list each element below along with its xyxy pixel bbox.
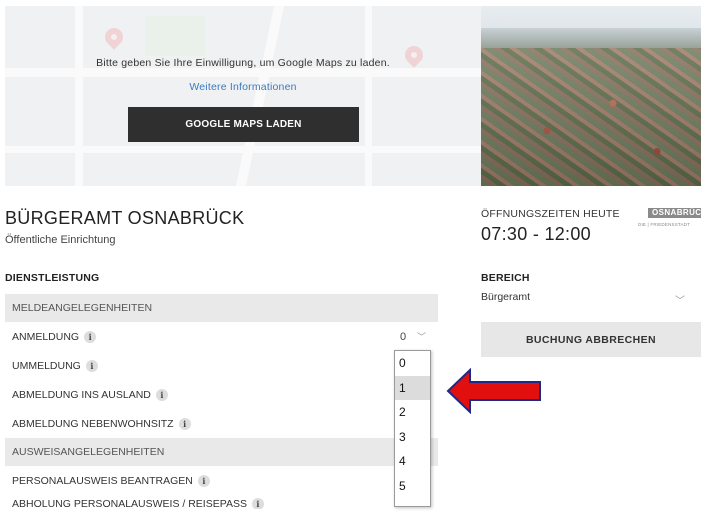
- quantity-option[interactable]: 2: [395, 400, 430, 425]
- map-consent-message: Bitte geben Sie Ihre Einwilligung, um Go…: [96, 57, 390, 69]
- service-label: PERSONALAUSWEIS BEANTRAGEN: [12, 474, 193, 487]
- quantity-option-highlighted[interactable]: 1: [395, 375, 430, 401]
- photo-shade: [481, 48, 701, 186]
- info-icon[interactable]: i: [84, 330, 97, 343]
- service-row-anmeldung: ANMELDUNG i 0 ﹀: [5, 322, 438, 351]
- quantity-option[interactable]: 5: [395, 474, 430, 499]
- service-row-abholung: ABHOLUNG PERSONALAUSWEIS / REISEPASS i 0…: [5, 495, 438, 509]
- load-google-maps-button[interactable]: GOOGLE MAPS LADEN: [128, 107, 359, 142]
- service-label: ABMELDUNG INS AUSLAND: [12, 388, 151, 401]
- opening-hours-label: ÖFFNUNGSZEITEN HEUTE: [481, 208, 620, 220]
- bereich-heading: BEREICH: [481, 272, 530, 284]
- more-info-link[interactable]: Weitere Informationen: [5, 81, 481, 93]
- opening-hours-value: 07:30 - 12:00: [481, 224, 591, 244]
- page-title: BÜRGERAMT OSNABRÜCK: [5, 208, 245, 228]
- service-row-abmeldung-ausland: ABMELDUNG INS AUSLAND i: [5, 380, 438, 409]
- info-icon[interactable]: i: [251, 498, 264, 509]
- chevron-down-icon[interactable]: ﹀: [675, 292, 685, 307]
- cancel-booking-button[interactable]: BUCHUNG ABBRECHEN: [481, 322, 701, 357]
- quantity-option[interactable]: 3: [395, 425, 430, 450]
- quantity-dropdown-list: 0 1 2 3 4 5: [394, 350, 431, 507]
- quantity-option[interactable]: 4: [395, 449, 430, 474]
- info-icon[interactable]: i: [155, 388, 168, 401]
- bereich-selected-value: Bürgeramt: [481, 291, 531, 303]
- quantity-option[interactable]: 0: [395, 351, 430, 376]
- group-header: AUSWEISANGELEGENHEITEN: [5, 438, 438, 466]
- info-icon[interactable]: i: [85, 359, 98, 372]
- service-label: ABMELDUNG NEBENWOHNSITZ: [12, 417, 174, 430]
- logo-tagline: DIE | FRIEDENSSTADT: [638, 222, 691, 227]
- city-photo: [481, 6, 701, 186]
- osnabrueck-logo: OSNABRÜCK: [648, 208, 701, 218]
- dienstleistung-heading: DIENSTLEISTUNG: [5, 272, 100, 284]
- info-icon[interactable]: i: [178, 417, 191, 430]
- quantity-select[interactable]: 0: [400, 331, 406, 343]
- chevron-down-icon[interactable]: ﹀: [417, 330, 426, 343]
- map-consent-panel: Bitte geben Sie Ihre Einwilligung, um Go…: [5, 6, 481, 186]
- page-subtitle: Öffentliche Einrichtung: [5, 234, 116, 246]
- map-overlay: [5, 6, 481, 186]
- bereich-select[interactable]: Bürgeramt ﹀: [481, 291, 701, 313]
- service-row-ummeldung: UMMELDUNG i: [5, 351, 438, 380]
- service-label: ANMELDUNG: [12, 330, 80, 343]
- red-arrow-annotation: [446, 368, 541, 414]
- info-icon[interactable]: i: [197, 474, 210, 487]
- service-row-abmeldung-nebenwohnsitz: ABMELDUNG NEBENWOHNSITZ i: [5, 409, 438, 438]
- group-header: MELDEANGELEGENHEITEN: [5, 294, 438, 322]
- service-row-personalausweis: PERSONALAUSWEIS BEANTRAGEN i: [5, 466, 438, 495]
- service-label: ABHOLUNG PERSONALAUSWEIS / REISEPASS: [12, 498, 247, 509]
- service-list: MELDEANGELEGENHEITEN ANMELDUNG i 0 ﹀ UMM…: [5, 294, 438, 509]
- service-label: UMMELDUNG: [12, 359, 81, 372]
